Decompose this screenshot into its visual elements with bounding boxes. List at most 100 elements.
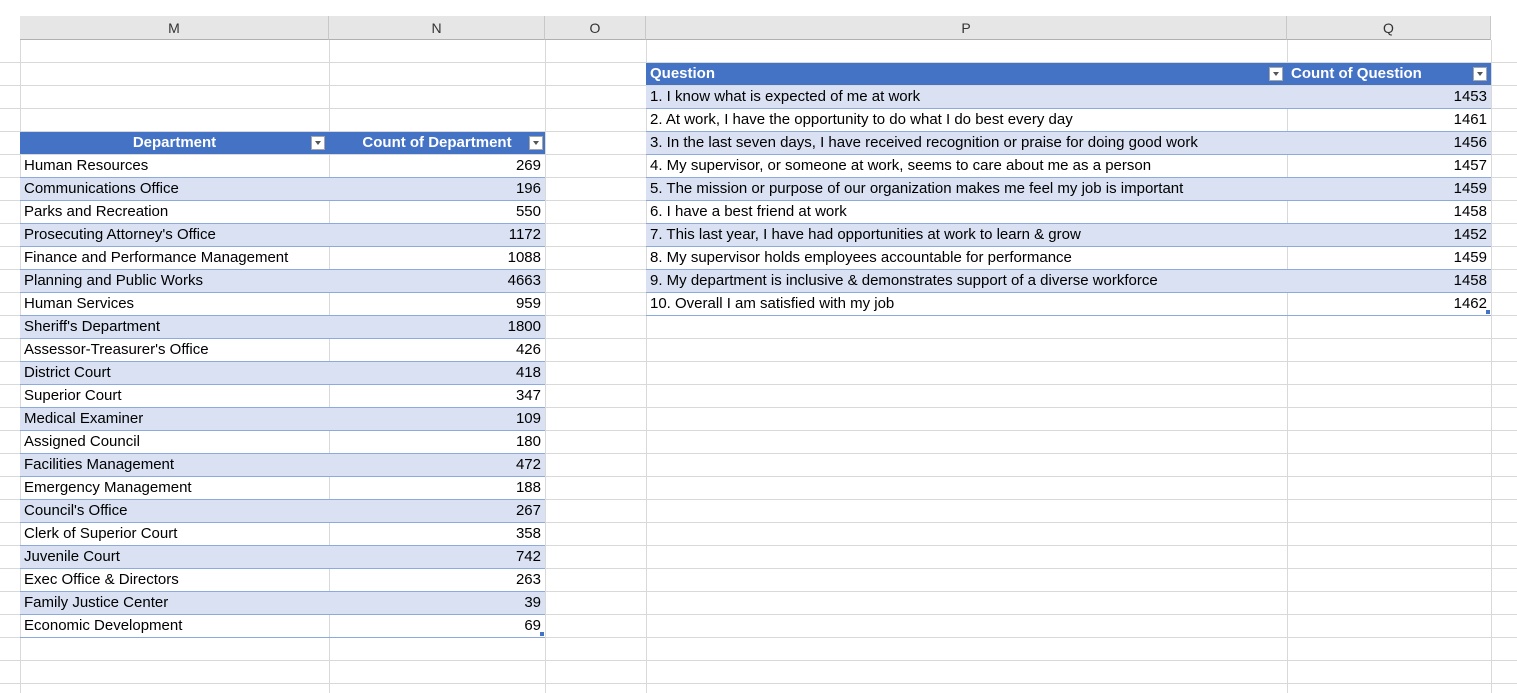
question-count-cell[interactable]: 1456 xyxy=(1287,132,1491,154)
department-count-cell[interactable]: 358 xyxy=(329,523,545,545)
department-name-cell[interactable]: Council's Office xyxy=(20,500,329,522)
department-count-cell[interactable]: 188 xyxy=(329,477,545,499)
column-header-m[interactable]: M xyxy=(20,16,329,40)
department-count-cell[interactable]: 269 xyxy=(329,155,545,177)
department-name-cell[interactable]: Exec Office & Directors xyxy=(20,569,329,591)
grid-column-line xyxy=(1491,40,1492,693)
grid-row-line xyxy=(0,683,1517,684)
department-name-cell[interactable]: Juvenile Court xyxy=(20,546,329,568)
department-name-cell[interactable]: Assessor-Treasurer's Office xyxy=(20,339,329,361)
question-count-cell-text: 1457 xyxy=(1453,157,1487,174)
department-name-cell[interactable]: Communications Office xyxy=(20,178,329,200)
count-of-question-header[interactable]: Count of Question xyxy=(1287,63,1491,85)
department-name-cell[interactable]: Human Resources xyxy=(20,155,329,177)
column-header-n[interactable]: N xyxy=(329,16,545,40)
department-count-cell[interactable]: 418 xyxy=(329,362,545,384)
department-name-cell[interactable]: Medical Examiner xyxy=(20,408,329,430)
department-count-cell[interactable]: 180 xyxy=(329,431,545,453)
department-name-cell[interactable]: Planning and Public Works xyxy=(20,270,329,292)
department-count-cell-text: 69 xyxy=(524,617,541,634)
question-count-cell-text: 1459 xyxy=(1453,249,1487,266)
table-resize-handle[interactable] xyxy=(1486,310,1490,314)
question-count-cell-text: 1461 xyxy=(1453,111,1487,128)
department-name-cell[interactable]: Assigned Council xyxy=(20,431,329,453)
question-count-cell[interactable]: 1462 xyxy=(1287,293,1491,315)
department-name-cell[interactable]: District Court xyxy=(20,362,329,384)
department-count-cell[interactable]: 959 xyxy=(329,293,545,315)
department-name-cell[interactable]: Facilities Management xyxy=(20,454,329,476)
filter-dropdown-icon[interactable] xyxy=(311,136,325,150)
question-text-cell[interactable]: 4. My supervisor, or someone at work, se… xyxy=(646,155,1287,177)
department-name-cell[interactable]: Finance and Performance Management xyxy=(20,247,329,269)
department-name-cell[interactable]: Prosecuting Attorney's Office xyxy=(20,224,329,246)
department-count-cell[interactable]: 267 xyxy=(329,500,545,522)
question-text-cell[interactable]: 9. My department is inclusive & demonstr… xyxy=(646,270,1287,292)
department-name-cell-text: Sheriff's Department xyxy=(24,318,160,335)
department-name-cell[interactable]: Sheriff's Department xyxy=(20,316,329,338)
department-count-cell-text: 39 xyxy=(524,594,541,611)
question-count-cell[interactable]: 1458 xyxy=(1287,201,1491,223)
question-count-cell[interactable]: 1458 xyxy=(1287,270,1491,292)
department-count-cell[interactable]: 4663 xyxy=(329,270,545,292)
filter-dropdown-icon[interactable] xyxy=(1269,67,1283,81)
department-count-cell-text: 269 xyxy=(515,157,541,174)
department-count-cell[interactable]: 69 xyxy=(329,615,545,637)
department-count-cell[interactable]: 472 xyxy=(329,454,545,476)
department-name-cell[interactable]: Emergency Management xyxy=(20,477,329,499)
department-count-cell[interactable]: 196 xyxy=(329,178,545,200)
department-name-cell-text: Emergency Management xyxy=(24,479,192,496)
question-count-cell-text: 1452 xyxy=(1453,226,1487,243)
question-text-cell[interactable]: 7. This last year, I have had opportunit… xyxy=(646,224,1287,246)
department-count-cell[interactable]: 1088 xyxy=(329,247,545,269)
filter-dropdown-icon[interactable] xyxy=(529,136,543,150)
question-text-cell[interactable]: 6. I have a best friend at work xyxy=(646,201,1287,223)
column-header-q[interactable]: Q xyxy=(1287,16,1491,40)
question-text-cell[interactable]: 1. I know what is expected of me at work xyxy=(646,86,1287,108)
column-header-p[interactable]: P xyxy=(646,16,1287,40)
department-count-cell[interactable]: 109 xyxy=(329,408,545,430)
department-count-cell[interactable]: 426 xyxy=(329,339,545,361)
question-count-cell[interactable]: 1453 xyxy=(1287,86,1491,108)
question-text-cell-text: 4. My supervisor, or someone at work, se… xyxy=(650,157,1152,174)
department-name-cell-text: Parks and Recreation xyxy=(24,203,169,220)
department-count-cell[interactable]: 1800 xyxy=(329,316,545,338)
department-name-cell[interactable]: Parks and Recreation xyxy=(20,201,329,223)
question-text-cell-text: 10. Overall I am satisfied with my job xyxy=(650,295,895,312)
question-text-cell[interactable]: 3. In the last seven days, I have receiv… xyxy=(646,132,1287,154)
department-name-cell-text: Exec Office & Directors xyxy=(24,571,179,588)
question-text-cell-text: 6. I have a best friend at work xyxy=(650,203,847,220)
department-header[interactable]: Department xyxy=(20,132,329,154)
department-count-cell[interactable]: 1172 xyxy=(329,224,545,246)
department-count-cell-text: 180 xyxy=(515,433,541,450)
column-header-o[interactable]: O xyxy=(545,16,646,40)
department-count-cell-text: 188 xyxy=(515,479,541,496)
question-count-cell[interactable]: 1459 xyxy=(1287,178,1491,200)
department-count-cell[interactable]: 263 xyxy=(329,569,545,591)
department-name-cell-text: Facilities Management xyxy=(24,456,175,473)
question-text-cell[interactable]: 5. The mission or purpose of our organiz… xyxy=(646,178,1287,200)
department-count-cell[interactable]: 550 xyxy=(329,201,545,223)
question-text-cell[interactable]: 8. My supervisor holds employees account… xyxy=(646,247,1287,269)
department-name-cell[interactable]: Human Services xyxy=(20,293,329,315)
department-count-cell-text: 196 xyxy=(515,180,541,197)
count-of-department-header-text: Count of Department xyxy=(362,134,512,151)
department-name-cell[interactable]: Clerk of Superior Court xyxy=(20,523,329,545)
table-resize-handle[interactable] xyxy=(540,632,544,636)
department-count-cell[interactable]: 39 xyxy=(329,592,545,614)
question-count-cell[interactable]: 1452 xyxy=(1287,224,1491,246)
department-name-cell[interactable]: Economic Development xyxy=(20,615,329,637)
question-header[interactable]: Question xyxy=(646,63,1287,85)
department-name-cell-text: Clerk of Superior Court xyxy=(24,525,178,542)
department-name-cell[interactable]: Family Justice Center xyxy=(20,592,329,614)
count-of-department-header[interactable]: Count of Department xyxy=(329,132,545,154)
department-count-cell[interactable]: 347 xyxy=(329,385,545,407)
department-count-cell[interactable]: 742 xyxy=(329,546,545,568)
department-name-cell[interactable]: Superior Court xyxy=(20,385,329,407)
question-count-cell[interactable]: 1461 xyxy=(1287,109,1491,131)
question-text-cell[interactable]: 10. Overall I am satisfied with my job xyxy=(646,293,1287,315)
question-count-cell[interactable]: 1459 xyxy=(1287,247,1491,269)
question-count-cell[interactable]: 1457 xyxy=(1287,155,1491,177)
spreadsheet-grid[interactable]: M N O P Q Department Count of Department H… xyxy=(0,0,1517,693)
filter-dropdown-icon[interactable] xyxy=(1473,67,1487,81)
question-text-cell[interactable]: 2. At work, I have the opportunity to do… xyxy=(646,109,1287,131)
